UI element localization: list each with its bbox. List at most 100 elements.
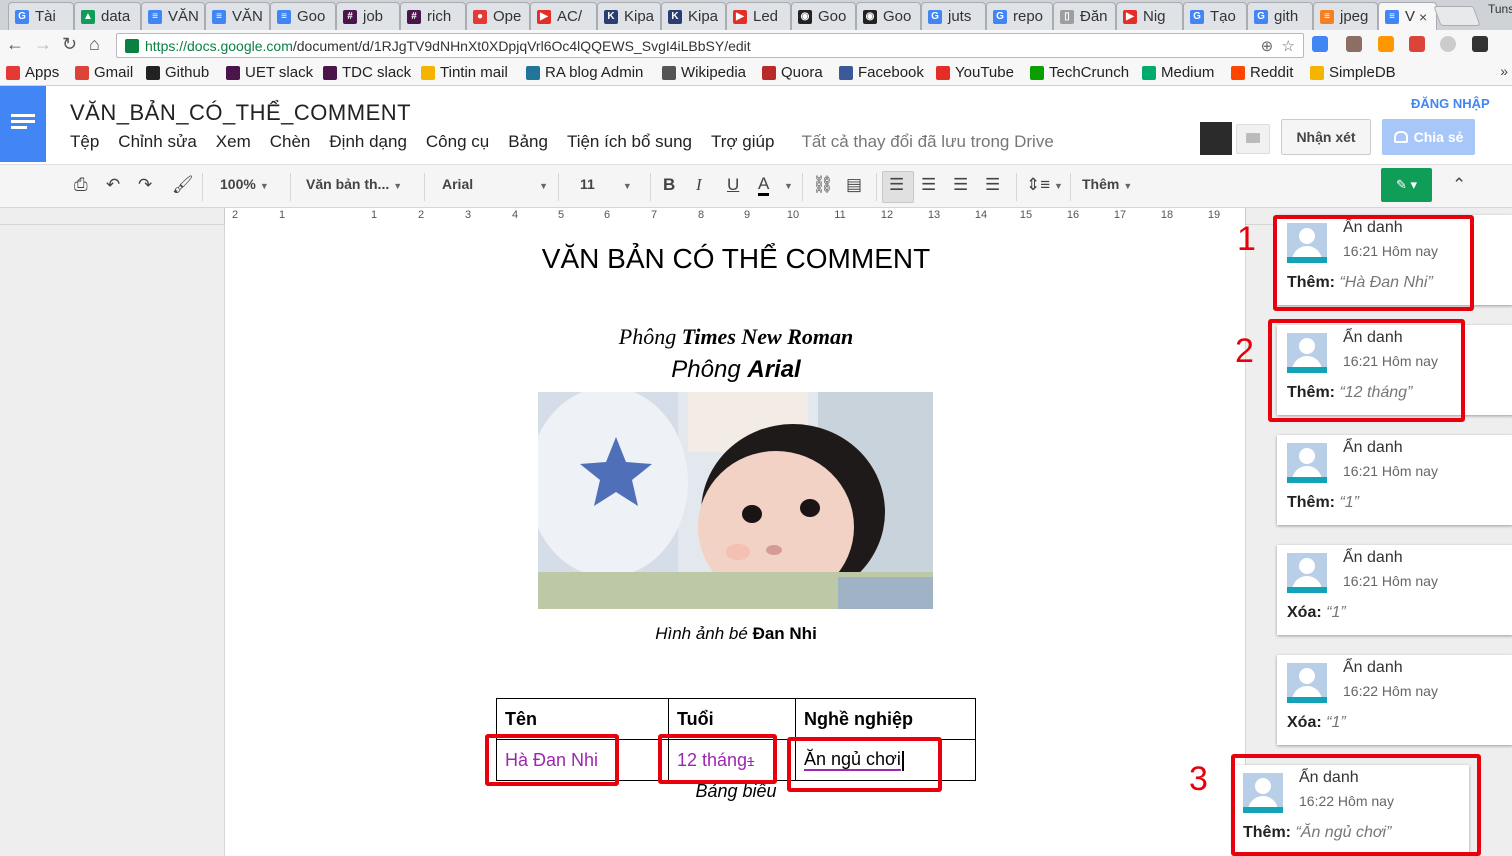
style-select[interactable]: Văn bản th... ▼ [306, 176, 402, 192]
bookmark-item[interactable]: Quora [762, 64, 823, 81]
new-tab-button[interactable] [1433, 6, 1481, 26]
browser-tab[interactable]: G Tài [8, 2, 74, 30]
align-center-icon[interactable]: ☰ [921, 175, 936, 195]
underline-icon[interactable]: U [727, 175, 739, 195]
incognito-icon[interactable] [1472, 36, 1488, 52]
browser-tab[interactable]: ▶ AC/ [530, 2, 597, 30]
zoom-icon[interactable]: ⊕ [1261, 38, 1274, 55]
align-left-icon[interactable]: ☰ [889, 175, 904, 195]
comment-card[interactable]: Ẩn danh 16:22 Hôm nay Xóa: “1” [1277, 655, 1512, 745]
print-icon[interactable]: ⎙ [74, 175, 88, 195]
bookmark-item[interactable]: Github [146, 64, 209, 81]
bookmark-item[interactable]: Facebook [839, 64, 924, 81]
docs-home-icon[interactable] [0, 86, 46, 162]
browser-tab[interactable]: ● Ope [466, 2, 530, 30]
bookmark-item[interactable]: SimpleDB [1310, 64, 1396, 81]
text-color-dropdown-icon[interactable]: ▼ [784, 181, 793, 191]
browser-tab[interactable]: ▲ data [74, 2, 141, 30]
bookmark-item[interactable]: Reddit [1231, 64, 1293, 81]
browser-tab[interactable]: ≡ V × [1378, 2, 1437, 30]
browser-tab[interactable]: Gjuts [921, 2, 986, 30]
zoom-select[interactable]: 100% ▼ [220, 176, 269, 192]
comment-card[interactable]: Ẩn danh 16:21 Hôm nay Xóa: “1” [1277, 545, 1512, 635]
menu-edit[interactable]: Chỉnh sửa [118, 132, 196, 152]
line-spacing-dropdown-icon[interactable]: ▼ [1054, 181, 1063, 191]
address-bar[interactable]: https://docs.google.com/document/d/1RJgT… [116, 33, 1304, 58]
italic-icon[interactable]: I [696, 175, 702, 195]
browser-tab[interactable]: Ggith [1247, 2, 1313, 30]
bookmark-item[interactable]: YouTube [936, 64, 1014, 81]
bookmark-item[interactable]: TDC slack [323, 64, 411, 81]
bookmark-item[interactable]: Gmail [75, 64, 133, 81]
menu-view[interactable]: Xem [216, 132, 251, 152]
profile-label[interactable]: Tuns [1488, 2, 1512, 16]
browser-tab[interactable]: ≡ Goo [270, 2, 336, 30]
avatar[interactable] [1200, 122, 1232, 155]
font-select[interactable]: Arial ▼ [442, 176, 548, 192]
bookmark-star-icon[interactable]: ☆ [1282, 38, 1295, 55]
comment-card[interactable]: Ẩn danh 16:21 Hôm nay Thêm: “1” [1277, 435, 1512, 525]
insert-comment-icon[interactable]: ▤ [846, 175, 862, 195]
menu-format[interactable]: Định dạng [329, 132, 407, 152]
bookmark-item[interactable]: UET slack [226, 64, 313, 81]
bookmark-item[interactable]: RA blog Admin [526, 64, 643, 81]
browser-tab[interactable]: K Kipa [661, 2, 726, 30]
browser-tab[interactable]: ◉ Goo [791, 2, 856, 30]
browser-tab[interactable]: ≡ VĂN [205, 2, 270, 30]
browser-tab[interactable]: # job [336, 2, 400, 30]
bookmark-item[interactable]: Medium [1142, 64, 1214, 81]
redo-icon[interactable]: ↷ [138, 175, 152, 195]
share-button[interactable]: Chia sẻ [1382, 119, 1475, 155]
more-toolbar-button[interactable]: Thêm ▼ [1082, 176, 1132, 192]
comments-history-icon[interactable] [1236, 124, 1270, 154]
browser-tab[interactable]: Grepo [986, 2, 1053, 30]
menu-table[interactable]: Bảng [508, 132, 548, 152]
close-tab-icon[interactable]: × [1419, 9, 1427, 25]
bold-icon[interactable]: B [663, 175, 675, 195]
more-bookmarks-icon[interactable]: » [1500, 63, 1508, 79]
menu-insert[interactable]: Chèn [270, 132, 311, 152]
align-right-icon[interactable]: ☰ [953, 175, 968, 195]
extension-icon[interactable] [1378, 36, 1394, 52]
back-icon[interactable]: ← [6, 34, 24, 55]
extension-icon[interactable] [1440, 36, 1456, 52]
suggesting-mode-button[interactable]: ✎ ▾ [1381, 168, 1432, 202]
line-spacing-icon[interactable]: ⇕≡ [1026, 175, 1050, 195]
collapse-menu-icon[interactable]: ⌃ [1452, 175, 1466, 195]
browser-tab[interactable]: ▶ Nig [1116, 2, 1183, 30]
font-size-select[interactable]: 11 ▼ [580, 176, 632, 192]
extension-icon[interactable] [1346, 36, 1362, 52]
justify-icon[interactable]: ☰ [985, 175, 1000, 195]
browser-tab[interactable]: ≡ jpeg [1313, 2, 1378, 30]
table-header-cell[interactable]: Nghề nghiệp [795, 698, 976, 740]
document-title[interactable]: VĂN_BẢN_CÓ_THỂ_COMMENT [70, 100, 411, 126]
bookmark-item[interactable]: Wikipedia [662, 64, 746, 81]
menu-tools[interactable]: Công cụ [426, 132, 489, 152]
text-color-icon[interactable]: A [758, 175, 770, 196]
menu-file[interactable]: Tệp [70, 132, 99, 152]
chrome-extension-icon[interactable] [1409, 36, 1425, 52]
bookmark-item[interactable]: Apps [6, 64, 59, 81]
save-status[interactable]: Tất cả thay đổi đã lưu trong Drive [801, 132, 1053, 152]
browser-tab[interactable]: ▶ Led [726, 2, 791, 30]
browser-tab[interactable]: G Tạo [1183, 2, 1247, 30]
forward-icon[interactable]: → [34, 34, 52, 55]
menu-help[interactable]: Trợ giúp [711, 132, 774, 152]
baby-photo[interactable] [538, 392, 933, 609]
browser-tab[interactable]: ◉ Goo [856, 2, 921, 30]
home-icon[interactable]: ⌂ [89, 34, 100, 55]
sign-in-link[interactable]: ĐĂNG NHẬP [1411, 96, 1490, 111]
comment-button[interactable]: Nhận xét [1281, 119, 1371, 155]
ruler-track[interactable]: 2 1 1 2 3 4 5 6 7 8 9 10 11 12 13 14 15 16 17 18 19 [224, 208, 1246, 225]
reload-icon[interactable]: ↻ [62, 34, 77, 55]
browser-tab[interactable]: ▯ Đăn [1053, 2, 1116, 30]
browser-tab[interactable]: K Kipa [597, 2, 661, 30]
browser-tab[interactable]: # rich [400, 2, 466, 30]
menu-addons[interactable]: Tiện ích bổ sung [567, 132, 692, 152]
browser-tab[interactable]: ≡ VĂN [141, 2, 205, 30]
translate-extension-icon[interactable] [1312, 36, 1328, 52]
paint-format-icon[interactable]: 🖌 [172, 175, 194, 195]
link-icon[interactable]: ⛓ [812, 175, 834, 195]
bookmark-item[interactable]: Tintin mail [421, 64, 508, 81]
bookmark-item[interactable]: TechCrunch [1030, 64, 1129, 81]
